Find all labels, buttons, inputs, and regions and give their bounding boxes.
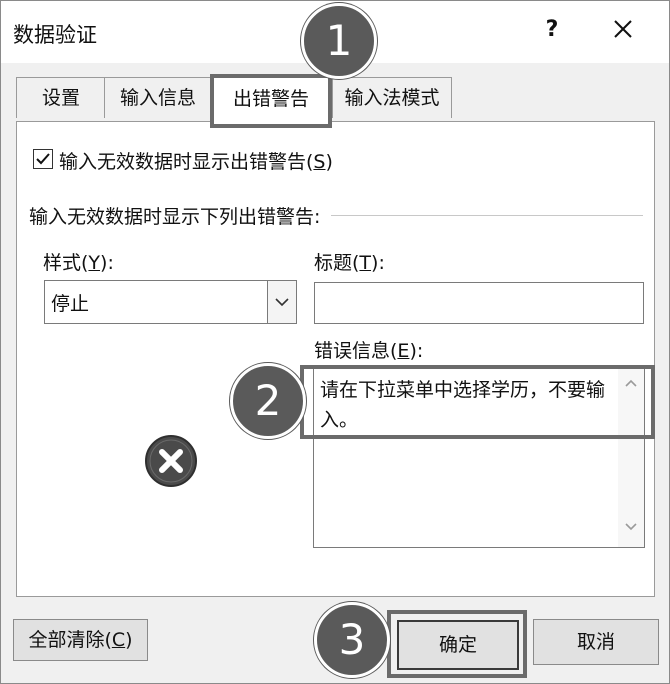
- show-alert-checkbox[interactable]: [33, 149, 53, 169]
- style-select-dropdown-button[interactable]: [267, 281, 296, 323]
- dialog-title: 数据验证: [13, 23, 97, 47]
- error-message-label: 错误信息(E):: [314, 340, 424, 362]
- tab-ime-mode[interactable]: 输入法模式: [332, 77, 452, 118]
- tab-error-alert[interactable]: 出错警告: [210, 74, 332, 128]
- ok-button[interactable]: 确定: [397, 620, 519, 670]
- show-alert-label: 输入无效数据时显示出错警告(S): [59, 151, 333, 173]
- clear-all-button[interactable]: 全部清除(C): [13, 619, 148, 661]
- style-select[interactable]: 停止: [44, 280, 297, 324]
- style-label: 样式(Y):: [43, 252, 114, 274]
- chevron-down-icon: [275, 298, 289, 307]
- data-validation-dialog: 数据验证 ? 设置 输入信息 出错警告 输入法模式 输入无效数据时显示出错警告(…: [0, 0, 670, 684]
- close-icon: [614, 20, 632, 38]
- checkmark-icon: [36, 153, 50, 165]
- tab-settings[interactable]: 设置: [16, 77, 106, 118]
- ok-button-highlight: 确定: [387, 610, 527, 678]
- error-message-highlight: [300, 365, 655, 439]
- scroll-down-icon[interactable]: [625, 523, 637, 531]
- stop-error-icon: [145, 435, 197, 487]
- tab-input-message[interactable]: 输入信息: [104, 77, 212, 118]
- group-divider: [331, 215, 643, 216]
- close-button[interactable]: [607, 13, 639, 45]
- group-title: 输入无效数据时显示下列出错警告:: [29, 202, 329, 229]
- callout-2: 2: [230, 363, 306, 439]
- title-input[interactable]: [314, 282, 644, 324]
- tab-strip: 设置 输入信息 出错警告 输入法模式: [16, 74, 656, 128]
- style-select-value: 停止: [51, 293, 90, 315]
- title-label: 标题(T):: [314, 252, 385, 274]
- cancel-button[interactable]: 取消: [533, 619, 659, 665]
- callout-1: 1: [301, 3, 377, 79]
- callout-3: 3: [314, 602, 390, 678]
- help-button[interactable]: ?: [538, 17, 566, 42]
